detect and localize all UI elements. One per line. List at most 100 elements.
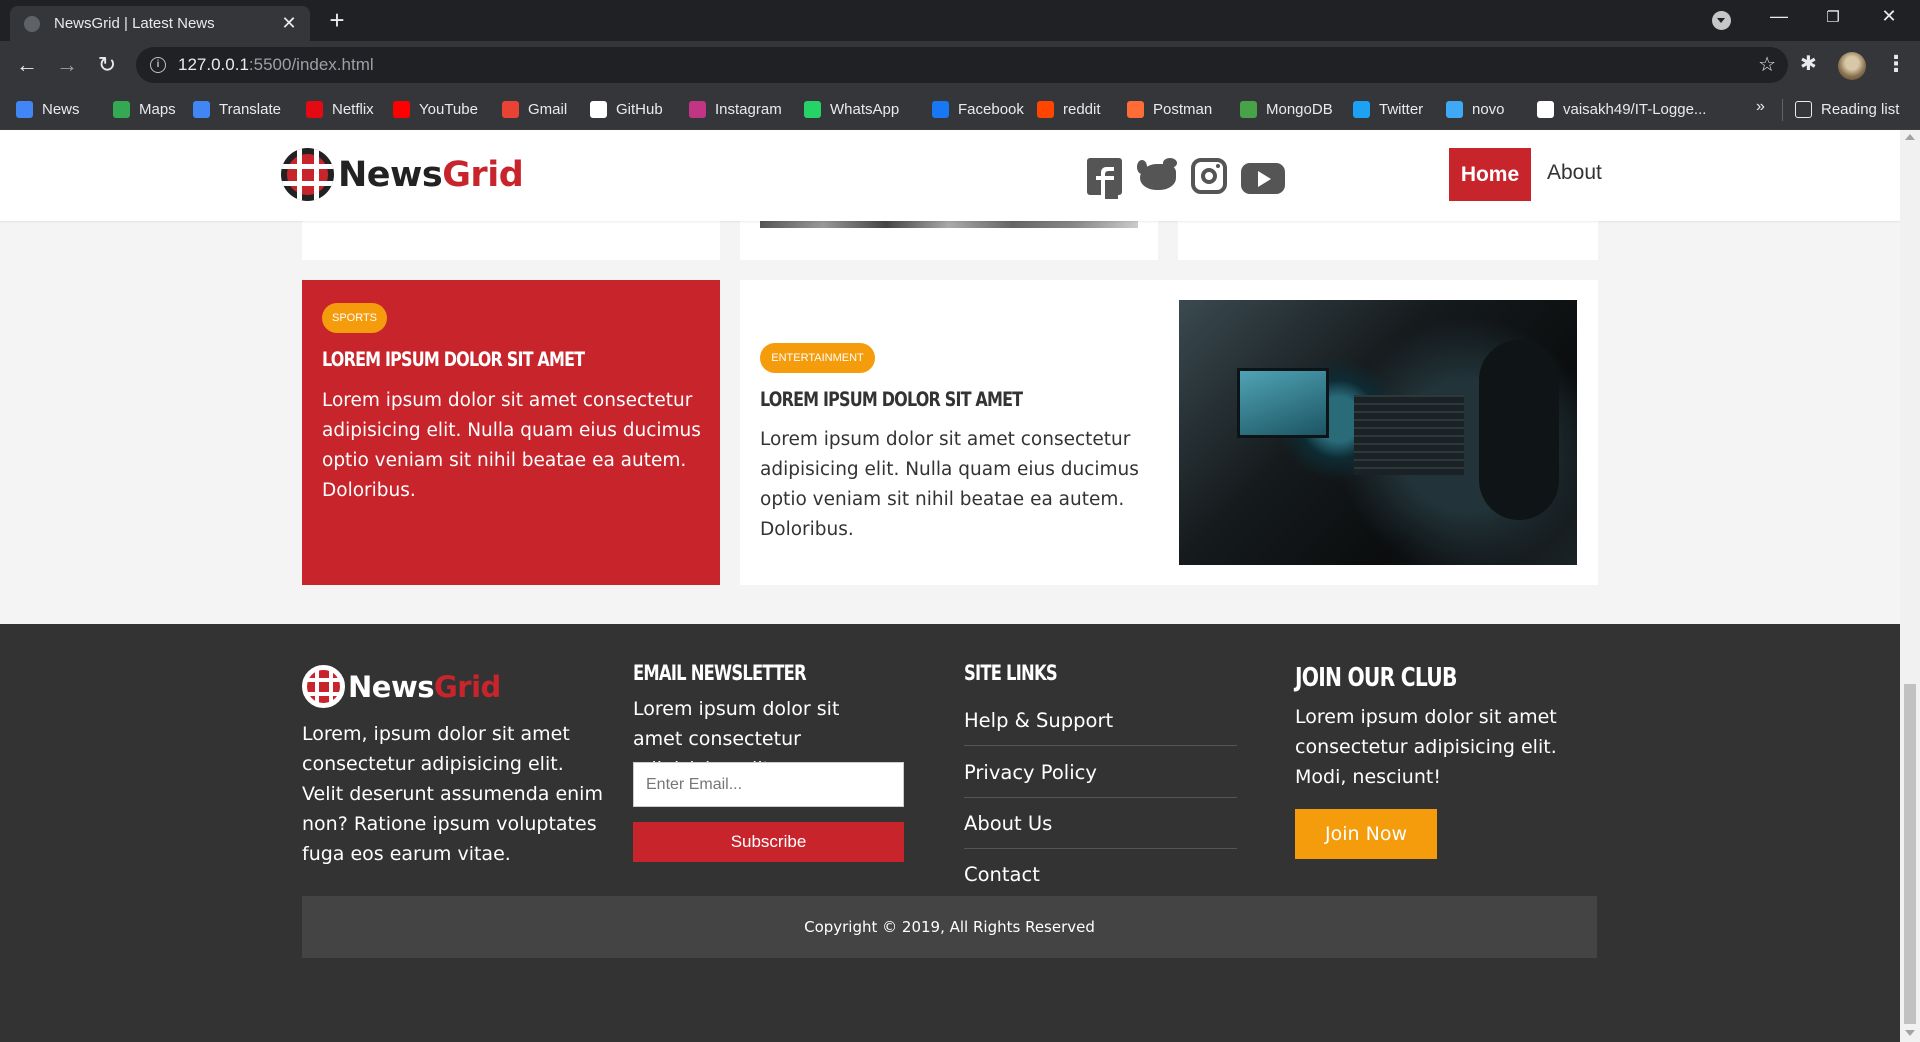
bookmark-facebook[interactable]: Facebook	[932, 89, 1024, 130]
bookmark-favicon-icon	[113, 101, 130, 118]
bookmark-maps[interactable]: Maps	[113, 89, 176, 130]
bookmark-translate[interactable]: Translate	[193, 89, 281, 130]
extensions-icon[interactable]: ✱	[1800, 51, 1817, 76]
browser-tab[interactable]: NewsGrid | Latest News ✕	[10, 6, 310, 41]
scroll-up-icon[interactable]	[1905, 134, 1915, 140]
profile-avatar[interactable]	[1838, 52, 1866, 80]
bookmark-novo[interactable]: novo	[1446, 89, 1505, 130]
twitter-icon[interactable]	[1137, 158, 1177, 192]
card-title[interactable]: LOREM IPSUM DOLOR SIT AMET	[322, 348, 585, 371]
instagram-icon[interactable]	[1191, 158, 1227, 194]
bookmark-reddit[interactable]: reddit	[1037, 89, 1101, 130]
bookmark-gmail[interactable]: Gmail	[502, 89, 567, 130]
camera-controls	[1354, 395, 1464, 475]
nav-home-link[interactable]: Home	[1449, 148, 1531, 201]
site-header: NewsGrid Home About	[0, 130, 1900, 221]
bookmark-favicon-icon	[502, 101, 519, 118]
bookmark-mongodb[interactable]: MongoDB	[1240, 89, 1333, 130]
card-body: Lorem ipsum dolor sit amet consectetur a…	[760, 429, 1139, 540]
bookmark-favicon-icon	[1037, 101, 1054, 118]
bookmark-favicon-icon	[932, 101, 949, 118]
site-info-icon[interactable]: i	[150, 57, 166, 73]
back-icon[interactable]: ←	[13, 51, 41, 79]
bookmark-favicon-icon	[1127, 101, 1144, 118]
bookmark-label: Instagram	[715, 101, 782, 118]
new-tab-icon[interactable]: +	[324, 7, 350, 34]
bookmark-news[interactable]: News	[16, 89, 80, 130]
bookmark-favicon-icon	[590, 101, 607, 118]
bookmark-favicon-icon	[16, 101, 33, 118]
site-links-heading: SITE LINKS	[964, 661, 1058, 685]
category-badge[interactable]: Entertainment	[760, 343, 875, 373]
bookmark-label: Gmail	[528, 101, 568, 118]
bookmark-youtube[interactable]: YouTube	[393, 89, 478, 130]
url-text: 127.0.0.1:5500/index.html	[178, 55, 374, 74]
facebook-icon[interactable]	[1087, 158, 1122, 199]
bookmark-instagram[interactable]: Instagram	[689, 89, 782, 130]
footer-link-privacy[interactable]: Privacy Policy	[964, 747, 1237, 798]
restore-icon[interactable]: ❐	[1820, 8, 1846, 36]
bookmark-label: vaisakh49/IT-Logge...	[1563, 101, 1707, 118]
sports-card[interactable]: Sports LOREM IPSUM DOLOR SIT AMET Lorem …	[302, 280, 720, 585]
bookmark-github[interactable]: GitHub	[590, 89, 663, 130]
window-close-icon[interactable]: ✕	[1876, 6, 1902, 34]
bookmark-star-icon[interactable]: ☆	[1758, 52, 1776, 77]
globe-logo-icon	[302, 665, 345, 708]
reading-list-label: Reading list	[1821, 101, 1900, 118]
footer-link-help[interactable]: Help & Support	[964, 695, 1237, 746]
tab-close-icon[interactable]: ✕	[280, 13, 298, 34]
reading-list-button[interactable]: Reading list	[1795, 89, 1899, 130]
logo-text: NewsGrid	[338, 154, 524, 195]
tab-search-icon[interactable]	[1712, 11, 1731, 30]
bookmark-label: Maps	[139, 101, 176, 118]
bookmark-netflix[interactable]: Netflix	[306, 89, 374, 130]
card-title[interactable]: LOREM IPSUM DOLOR SIT AMET	[760, 388, 1023, 411]
card-body: Lorem ipsum dolor sit amet consectetur a…	[322, 390, 701, 501]
bookmark-favicon-icon	[193, 101, 210, 118]
bookmark-favicon-icon	[393, 101, 410, 118]
bookmarks-bar: News Maps Translate Netflix YouTube Gmail GitH…	[0, 89, 1920, 130]
bookmark-twitter[interactable]: Twitter	[1353, 89, 1423, 130]
bookmark-label: Twitter	[1379, 101, 1424, 118]
reading-list-icon	[1795, 101, 1812, 118]
reload-icon[interactable]: ↻	[93, 51, 121, 79]
site-logo[interactable]: NewsGrid	[281, 148, 524, 201]
bookmark-favicon-icon	[1240, 101, 1257, 118]
bookmark-favicon-icon	[1353, 101, 1370, 118]
page-viewport: Doloribus. Doloribus. Sports LOREM IPSUM…	[0, 130, 1900, 1042]
footer-logo[interactable]: NewsGrid	[302, 665, 501, 708]
address-bar[interactable]: i 127.0.0.1:5500/index.html ☆	[136, 47, 1788, 83]
bookmark-label: YouTube	[419, 101, 478, 118]
more-bookmarks-icon[interactable]: »	[1756, 98, 1765, 116]
browser-toolbar: ← → ↻ i 127.0.0.1:5500/index.html ☆	[0, 41, 1920, 89]
bookmark-whatsapp[interactable]: WhatsApp	[804, 89, 899, 130]
bookmark-label: novo	[1472, 101, 1505, 118]
camera-body	[1479, 340, 1559, 520]
join-now-button[interactable]: Join Now	[1295, 809, 1437, 859]
bookmark-label: reddit	[1063, 101, 1101, 118]
logo-text: NewsGrid	[348, 669, 501, 704]
minimize-icon[interactable]: —	[1766, 6, 1792, 34]
bookmark-label: Netflix	[332, 101, 374, 118]
page-favicon-icon	[24, 15, 40, 32]
nav-about-link[interactable]: About	[1547, 161, 1602, 185]
footer-link-contact[interactable]: Contact	[964, 849, 1237, 900]
footer-link-about[interactable]: About Us	[964, 798, 1237, 849]
bookmark-postman[interactable]: Postman	[1127, 89, 1212, 130]
email-input[interactable]	[633, 762, 904, 807]
bookmark-favicon-icon	[1537, 101, 1554, 118]
youtube-icon[interactable]	[1241, 163, 1285, 194]
club-text: Lorem ipsum dolor sit amet consectetur a…	[1295, 706, 1557, 788]
subscribe-button[interactable]: Subscribe	[633, 822, 904, 862]
camera-screen	[1237, 368, 1329, 438]
copyright-text: Copyright © 2019, All Rights Reserved	[804, 918, 1095, 936]
bookmark-label: WhatsApp	[830, 101, 900, 118]
bookmark-label: MongoDB	[1266, 101, 1333, 118]
bookmark-vaisakh49-it-logge[interactable]: vaisakh49/IT-Logge...	[1537, 89, 1706, 130]
newsletter-heading: EMAIL NEWSLETTER	[633, 661, 807, 685]
scrollbar-thumb[interactable]	[1904, 684, 1916, 1024]
forward-icon[interactable]: →	[53, 51, 81, 79]
scroll-down-icon[interactable]	[1905, 1030, 1915, 1036]
category-badge[interactable]: Sports	[322, 303, 387, 333]
browser-menu-icon[interactable]: ⋮	[1885, 51, 1907, 77]
